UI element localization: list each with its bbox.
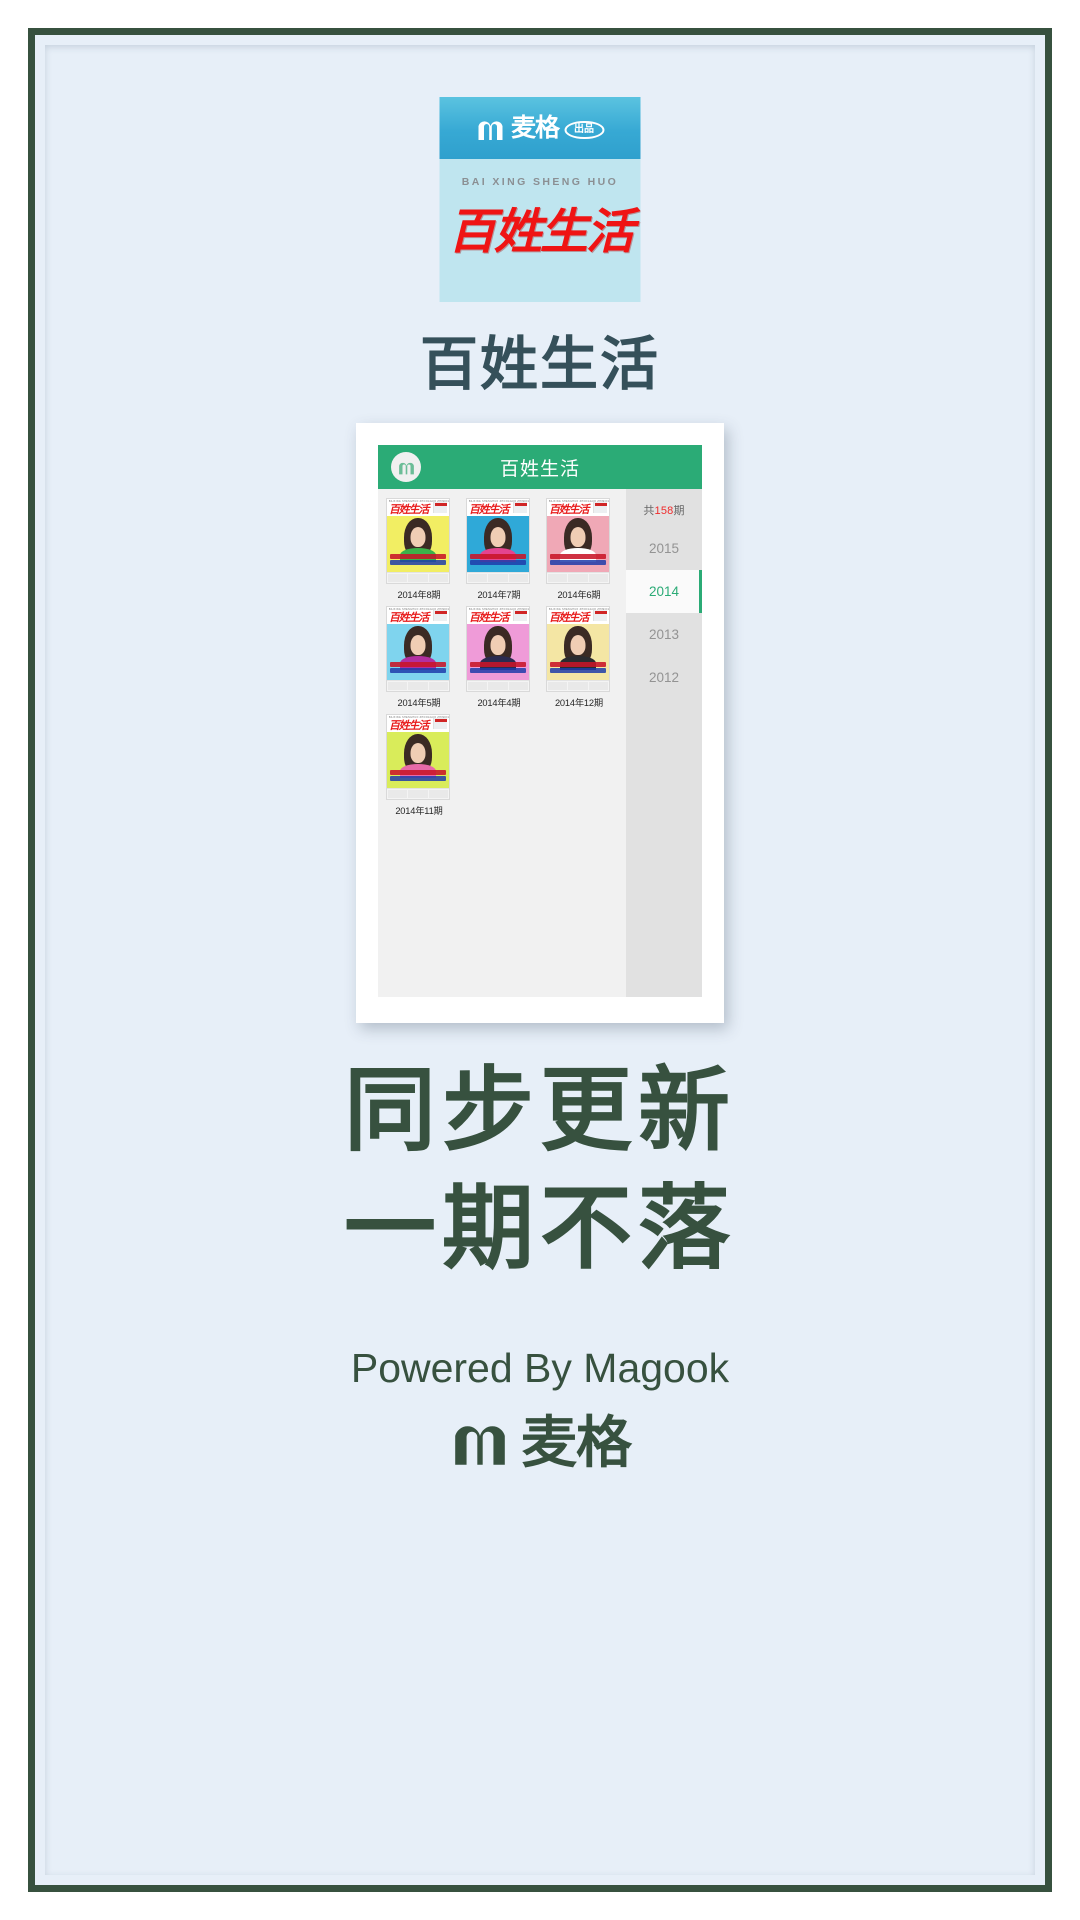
cover-corner-badge [592,610,607,621]
cover-masthead: BAIXING SHENGHUO ZHONGGUO ZHIMING KANWU百… [387,607,449,624]
issue-total-count: 共158期 [626,491,702,527]
year-item-2015[interactable]: 2015 [626,527,702,570]
issue-label: 2014年7期 [477,590,521,600]
cover-corner-badge [512,502,527,513]
powered-by-text: Powered By Magook [350,1345,730,1391]
cover-footer-strip [466,680,529,691]
tagline-line-2: 一期不落 [343,1177,736,1280]
app-icon: 麦格 出品 BAI XING SHENG HUO 百姓生活 [439,97,641,302]
issue-label: 2014年8期 [397,590,441,600]
issue-label: 2014年5期 [397,698,441,708]
issue-item[interactable]: BAIXING SHENGHUO ZHONGGUO ZHIMING KANWU百… [465,498,546,601]
cover-headline-2 [390,560,446,565]
issue-label: 2014年4期 [477,698,521,708]
app-name: 百姓生活 [419,332,660,397]
cover-footer-strip [387,572,449,583]
brand-name: 麦格 [521,1410,632,1474]
cover-headline-1 [549,554,606,559]
app-screen: 百姓生活 BAIXING SHENGHUO ZHONGGUO ZHIMING K… [378,445,702,997]
app-icon-brand-text: 麦格 [510,113,560,142]
cover-headline-1 [469,662,526,667]
cover-masthead: BAIXING SHENGHUO ZHONGGUO ZHIMING KANWU百… [466,607,529,624]
app-icon-pinyin: BAI XING SHENG HUO [461,176,619,188]
cover-headline-2 [390,668,446,673]
app-header-bar: 百姓生活 [378,445,702,489]
issue-cover-thumbnail[interactable]: BAIXING SHENGHUO ZHONGGUO ZHIMING KANWU百… [545,606,610,692]
tagline: 同步更新 一期不落 [45,1053,1035,1289]
magook-m-icon [476,115,506,141]
cover-corner-badge [433,502,447,513]
app-screenshot-card: 百姓生活 BAIXING SHENGHUO ZHONGGUO ZHIMING K… [356,423,724,1023]
cover-photo [387,624,449,680]
app-icon-badge: 出品 [564,120,604,140]
year-item-2012[interactable]: 2012 [626,656,702,699]
cover-headline-2 [549,560,606,565]
year-list: 2015 2014 2013 2012 [626,527,702,699]
magook-m-circle-icon[interactable] [391,452,421,482]
app-icon-brand-band: 麦格 出品 [439,97,641,159]
cover-photo [387,732,449,788]
issue-cover-thumbnail[interactable]: BAIXING SHENGHUO ZHONGGUO ZHIMING KANWU百… [386,606,450,692]
cover-corner-badge [433,718,447,729]
cover-masthead: BAIXING SHENGHUO ZHONGGUO ZHIMING KANWU百… [466,499,529,516]
cover-headline-2 [549,668,606,673]
cover-headline-1 [390,662,446,667]
year-item-2014[interactable]: 2014 [626,570,702,613]
poster-inner: 麦格 出品 BAI XING SHENG HUO 百姓生活 百姓生活 百姓生活 … [45,45,1035,1875]
cover-headline-2 [469,560,526,565]
cover-footer-strip [546,680,609,691]
issue-label: 2014年6期 [557,590,601,600]
cover-photo [387,516,449,572]
cover-corner-badge [512,610,527,621]
cover-footer-strip [387,788,449,799]
cover-corner-badge [433,610,447,621]
issue-item[interactable]: BAIXING SHENGHUO ZHONGGUO ZHIMING KANWU百… [386,498,466,601]
cover-masthead: BAIXING SHENGHUO ZHONGGUO ZHIMING KANWU百… [546,607,609,624]
cover-footer-strip [387,680,449,691]
issue-label: 2014年12期 [554,698,603,708]
app-header-title: 百姓生活 [499,458,580,480]
issue-cover-thumbnail[interactable]: BAIXING SHENGHUO ZHONGGUO ZHIMING KANWU百… [465,606,530,692]
cover-headline-2 [390,776,446,781]
cover-corner-badge [592,502,607,513]
issue-item[interactable]: BAIXING SHENGHUO ZHONGGUO ZHIMING KANWU百… [386,714,466,817]
magook-m-icon [449,1413,511,1472]
issue-cover-thumbnail[interactable]: BAIXING SHENGHUO ZHONGGUO ZHIMING KANWU百… [386,498,450,584]
app-content: BAIXING SHENGHUO ZHONGGUO ZHIMING KANWU百… [378,489,702,997]
cover-headline-1 [390,554,446,559]
tagline-line-1: 同步更新 [343,1060,736,1162]
cover-photo [546,624,609,680]
cover-masthead: BAIXING SHENGHUO ZHONGGUO ZHIMING KANWU百… [387,715,449,732]
issue-item[interactable]: BAIXING SHENGHUO ZHONGGUO ZHIMING KANWU百… [386,606,466,709]
total-suffix: 期 [673,505,685,517]
total-prefix: 共 [643,505,655,517]
issue-item[interactable]: BAIXING SHENGHUO ZHONGGUO ZHIMING KANWU百… [545,606,626,709]
poster-frame: 麦格 出品 BAI XING SHENG HUO 百姓生活 百姓生活 百姓生活 … [28,28,1052,1892]
cover-masthead: BAIXING SHENGHUO ZHONGGUO ZHIMING KANWU百… [546,499,609,516]
issue-cover-thumbnail[interactable]: BAIXING SHENGHUO ZHONGGUO ZHIMING KANWU百… [386,714,450,800]
cover-footer-strip [466,572,529,583]
issue-grid: BAIXING SHENGHUO ZHONGGUO ZHIMING KANWU百… [378,489,626,997]
cover-headline-1 [469,554,526,559]
cover-footer-strip [546,572,609,583]
cover-headline-1 [549,662,606,667]
cover-masthead: BAIXING SHENGHUO ZHONGGUO ZHIMING KANWU百… [387,499,449,516]
issue-cover-thumbnail[interactable]: BAIXING SHENGHUO ZHONGGUO ZHIMING KANWU百… [545,498,610,584]
cover-photo [466,624,529,680]
issue-label: 2014年11期 [395,806,443,816]
issue-item[interactable]: BAIXING SHENGHUO ZHONGGUO ZHIMING KANWU百… [465,606,546,709]
cover-photo [546,516,609,572]
app-icon-title: 百姓生活 [447,204,634,260]
brand-lockup: 麦格 [45,1413,1035,1472]
year-item-2013[interactable]: 2013 [626,613,702,656]
year-sidebar: 共158期 2015 2014 2013 2012 [626,489,702,997]
issue-cover-thumbnail[interactable]: BAIXING SHENGHUO ZHONGGUO ZHIMING KANWU百… [465,498,530,584]
cover-headline-2 [469,668,526,673]
cover-photo [466,516,529,572]
cover-headline-1 [390,770,446,775]
issue-item[interactable]: BAIXING SHENGHUO ZHONGGUO ZHIMING KANWU百… [545,498,626,601]
total-number: 158 [654,505,674,517]
